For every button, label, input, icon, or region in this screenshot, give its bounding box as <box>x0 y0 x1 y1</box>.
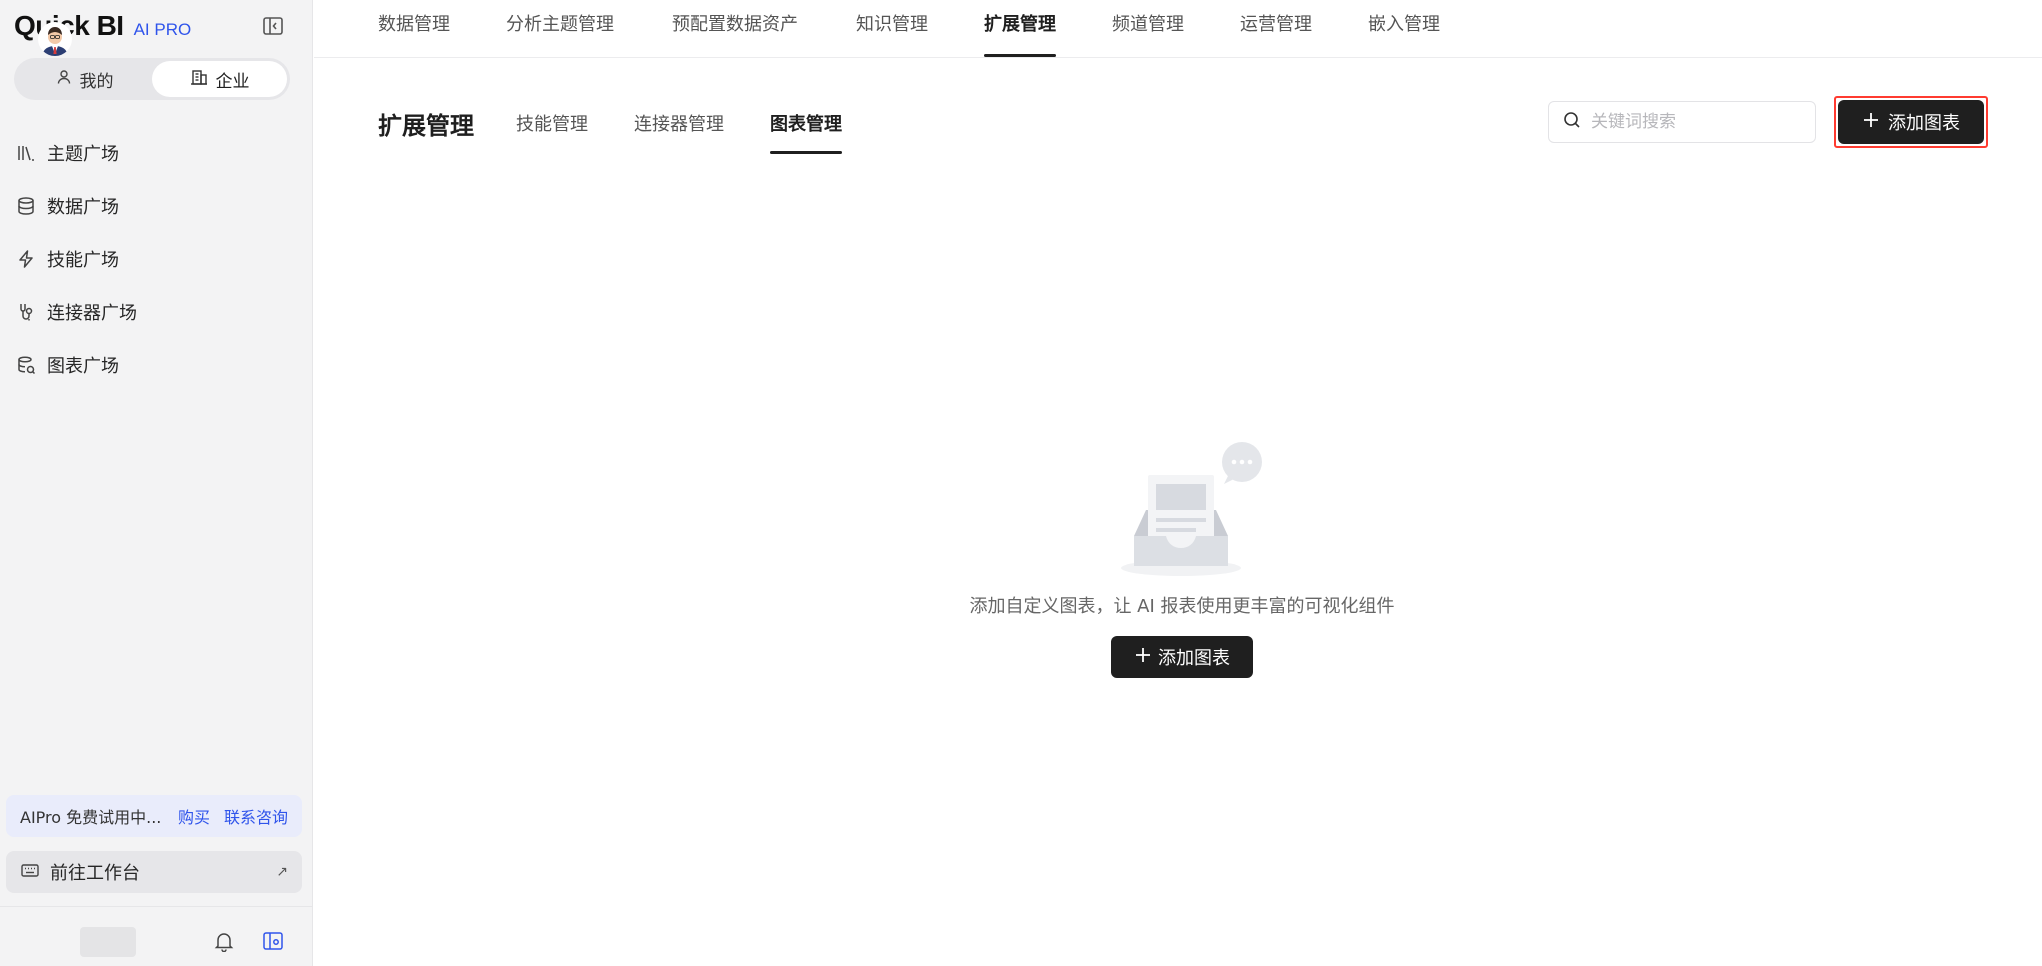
sidebar-item-label: 主题广场 <box>47 143 119 165</box>
go-to-workbench-button[interactable]: 前往工作台 ↗ <box>6 851 302 893</box>
search-input[interactable] <box>1591 112 1801 132</box>
buy-link[interactable]: 购买 <box>178 804 210 828</box>
empty-state-message: 添加自定义图表，让 AI 报表使用更丰富的可视化组件 <box>969 596 1395 617</box>
connector-icon <box>16 302 36 322</box>
tab-channel-management[interactable]: 频道管理 <box>1112 0 1184 58</box>
scope-enterprise-label: 企业 <box>215 71 250 92</box>
bell-icon[interactable] <box>213 930 235 953</box>
sidebar-collapse-icon[interactable] <box>262 15 284 37</box>
empty-inbox-illustration <box>1118 440 1266 580</box>
sidebar-item-connector-square[interactable]: 连接器广场 <box>0 285 313 338</box>
sidebar: Quick BI AI PRO 我的 企业 主题广场 数据广场 技能广场 连接器… <box>0 0 313 966</box>
sidebar-item-label: 数据广场 <box>47 196 119 218</box>
tab-topic-management[interactable]: 分析主题管理 <box>506 0 614 58</box>
sidebar-item-label: 技能广场 <box>47 249 119 271</box>
empty-add-chart-button[interactable]: 添加图表 <box>1111 636 1253 678</box>
database-icon <box>16 196 36 216</box>
workbench-label: 前往工作台 <box>50 863 140 884</box>
tab-embed-management[interactable]: 嵌入管理 <box>1368 0 1440 58</box>
search-box <box>1548 101 1816 143</box>
books-icon <box>16 143 36 163</box>
sidebar-item-label: 图表广场 <box>47 355 119 377</box>
add-chart-button[interactable]: 添加图表 <box>1838 100 1984 144</box>
search-icon <box>1563 111 1581 133</box>
avatar[interactable] <box>38 22 72 56</box>
scope-toggle: 我的 企业 <box>14 58 290 100</box>
plus-icon <box>1134 646 1152 669</box>
keyboard-icon <box>20 860 40 885</box>
brand-tag: AI PRO <box>133 20 192 39</box>
add-chart-label: 添加图表 <box>1888 113 1960 134</box>
user-name <box>80 927 136 957</box>
sidebar-item-chart-square[interactable]: 图表广场 <box>0 338 313 391</box>
lightning-icon <box>16 249 36 269</box>
trial-text: AIPro 免费试用中... <box>20 808 162 827</box>
chart-database-icon <box>16 355 36 375</box>
subtab-chart-management[interactable]: 图表管理 <box>770 110 842 154</box>
subtab-connector-management[interactable]: 连接器管理 <box>634 110 724 154</box>
empty-add-chart-label: 添加图表 <box>1158 648 1230 669</box>
sidebar-item-topic-square[interactable]: 主题广场 <box>0 126 313 179</box>
tab-knowledge-management[interactable]: 知识管理 <box>856 0 928 58</box>
scope-enterprise-option[interactable]: 企业 <box>152 61 287 97</box>
building-icon <box>190 68 208 91</box>
page-title: 扩展管理 <box>378 112 474 140</box>
top-nav: 数据管理 分析主题管理 预配置数据资产 知识管理 扩展管理 频道管理 运营管理 … <box>314 0 2042 58</box>
scope-mine-label: 我的 <box>79 71 114 92</box>
scope-mine-option[interactable]: 我的 <box>17 61 152 97</box>
tab-operations-management[interactable]: 运营管理 <box>1240 0 1312 58</box>
tab-data-management[interactable]: 数据管理 <box>378 0 450 58</box>
sidebar-nav: 主题广场 数据广场 技能广场 连接器广场 图表广场 <box>0 126 313 391</box>
sidebar-item-data-square[interactable]: 数据广场 <box>0 179 313 232</box>
tab-extension-management[interactable]: 扩展管理 <box>984 0 1056 58</box>
user-icon <box>56 69 72 90</box>
trial-banner: AIPro 免费试用中... 购买 联系咨询 <box>6 795 302 837</box>
external-arrow-icon: ↗ <box>276 864 288 880</box>
workspace-settings-icon[interactable] <box>262 930 284 952</box>
subtab-skill-management[interactable]: 技能管理 <box>516 110 588 154</box>
add-chart-highlight: 添加图表 <box>1834 96 1988 148</box>
tab-preset-data-assets[interactable]: 预配置数据资产 <box>672 0 798 58</box>
plus-icon <box>1862 111 1880 134</box>
sidebar-item-label: 连接器广场 <box>47 302 137 324</box>
contact-link[interactable]: 联系咨询 <box>224 804 288 828</box>
app-root: Quick BI AI PRO 我的 企业 主题广场 数据广场 技能广场 连接器… <box>0 0 2042 966</box>
sidebar-item-skill-square[interactable]: 技能广场 <box>0 232 313 285</box>
